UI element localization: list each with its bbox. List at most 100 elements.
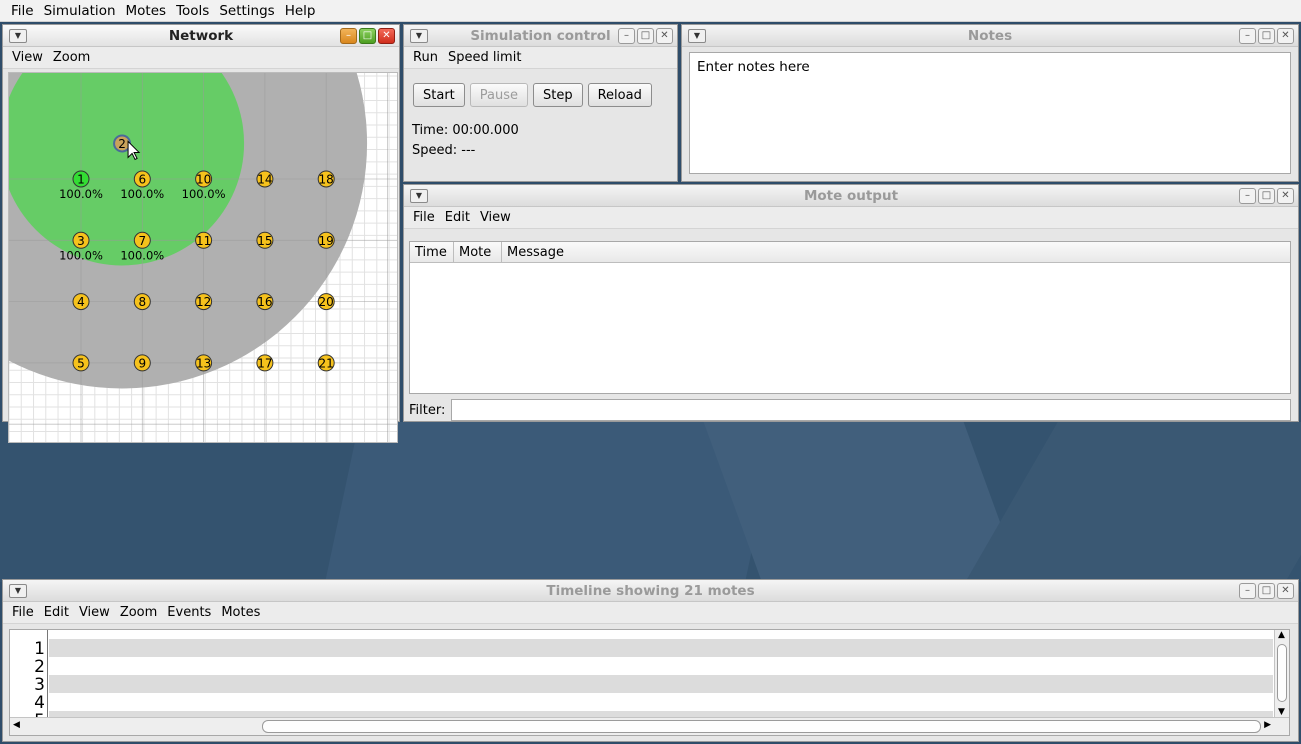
menu-tools[interactable]: Tools xyxy=(171,3,214,19)
maximize-button[interactable]: □ xyxy=(1258,28,1275,44)
mote-17[interactable]: 17 xyxy=(256,354,274,372)
start-button[interactable]: Start xyxy=(413,83,465,107)
maximize-icon: □ xyxy=(1261,585,1272,596)
sim-menu-speed-limit[interactable]: Speed limit xyxy=(443,50,526,65)
network-menu-view[interactable]: View xyxy=(7,50,48,65)
minimize-button[interactable]: – xyxy=(1239,583,1256,599)
menu-motes[interactable]: Motes xyxy=(121,3,172,19)
output-menu-edit[interactable]: Edit xyxy=(440,210,475,225)
network-menu-zoom[interactable]: Zoom xyxy=(48,50,95,65)
menu-settings[interactable]: Settings xyxy=(214,3,279,19)
window-title: Timeline showing 21 motes xyxy=(546,582,755,599)
maximize-button[interactable]: □ xyxy=(1258,188,1275,204)
mote-output-table[interactable]: Time Mote Message xyxy=(409,241,1291,394)
mote-21[interactable]: 21 xyxy=(317,354,335,372)
notes-titlebar[interactable]: ▼ Notes – □ ✕ xyxy=(682,25,1298,47)
timeline-menu-motes[interactable]: Motes xyxy=(216,605,265,620)
step-button[interactable]: Step xyxy=(533,83,583,107)
maximize-icon: □ xyxy=(362,30,373,41)
horizontal-scroll-thumb[interactable] xyxy=(262,720,1261,733)
pause-button[interactable]: Pause xyxy=(469,83,528,107)
network-titlebar[interactable]: ▼ Network – □ ✕ xyxy=(3,25,399,47)
menu-simulation[interactable]: Simulation xyxy=(39,3,121,19)
mote-13[interactable]: 13 xyxy=(195,354,213,372)
output-menu-file[interactable]: File xyxy=(408,210,440,225)
maximize-button[interactable]: □ xyxy=(359,28,376,44)
network-graph[interactable]: 1100.0%23100.0%456100.0%7100.0%8910100.0… xyxy=(9,73,398,443)
mote-reception-label: 100.0% xyxy=(182,187,226,201)
mote-19[interactable]: 19 xyxy=(317,231,335,249)
mote-20[interactable]: 20 xyxy=(317,293,335,311)
menu-file[interactable]: File xyxy=(6,3,39,19)
minimize-button[interactable]: – xyxy=(618,28,635,44)
mote-12[interactable]: 12 xyxy=(195,293,213,311)
main-menubar: File Simulation Motes Tools Settings Hel… xyxy=(0,0,1301,22)
timeline-mote-label[interactable]: 2 xyxy=(34,657,45,677)
mote-8[interactable]: 8 xyxy=(133,293,151,311)
mote-16[interactable]: 16 xyxy=(256,293,274,311)
column-header-time[interactable]: Time xyxy=(410,242,454,262)
scroll-down-icon[interactable]: ▼ xyxy=(1278,707,1285,717)
mote-id-label: 19 xyxy=(319,234,334,248)
mote-id-label: 21 xyxy=(319,356,334,370)
timeline-menu-edit[interactable]: Edit xyxy=(39,605,74,620)
timeline-mote-label[interactable]: 3 xyxy=(34,675,45,695)
mote-15[interactable]: 15 xyxy=(256,231,274,249)
timeline-menubar: File Edit View Zoom Events Motes xyxy=(3,602,1298,624)
close-button[interactable]: ✕ xyxy=(378,28,395,44)
timeline-mote-label[interactable]: 4 xyxy=(34,693,45,713)
minimize-icon: – xyxy=(624,30,629,41)
close-icon: ✕ xyxy=(1281,585,1290,596)
network-window: ▼ Network – □ ✕ View Zoom 1 100.0% 2 3 100.0… xyxy=(2,24,400,443)
notes-textarea[interactable]: Enter notes here xyxy=(689,52,1291,174)
column-header-message[interactable]: Message xyxy=(502,242,1290,262)
mote-id-label: 11 xyxy=(196,234,211,248)
mote-11[interactable]: 11 xyxy=(195,231,213,249)
filter-input[interactable] xyxy=(451,399,1291,421)
minimize-button[interactable]: – xyxy=(1239,188,1256,204)
mote-4[interactable]: 4 xyxy=(72,293,90,311)
horizontal-scrollbar[interactable]: ◀ ▶ xyxy=(10,717,1289,735)
sim-time-label: Time: 00:00.000 xyxy=(412,123,519,138)
minimize-button[interactable]: – xyxy=(340,28,357,44)
window-menu-button[interactable]: ▼ xyxy=(9,28,27,43)
column-header-mote[interactable]: Mote xyxy=(454,242,502,262)
simulation-control-titlebar[interactable]: ▼ Simulation control – □ ✕ xyxy=(404,25,677,47)
network-canvas[interactable]: 1 100.0% 2 3 100.0% 4 5 6 100.0% 7 100.0% 8 9 10 100.0… xyxy=(8,72,398,443)
close-icon: ✕ xyxy=(1281,190,1290,201)
window-title: Notes xyxy=(967,27,1013,44)
mote-14[interactable]: 14 xyxy=(256,170,274,188)
maximize-button[interactable]: □ xyxy=(637,28,654,44)
window-menu-button[interactable]: ▼ xyxy=(688,28,706,43)
reload-button[interactable]: Reload xyxy=(587,83,652,107)
window-controls: – □ ✕ xyxy=(340,28,395,44)
scroll-right-icon[interactable]: ▶ xyxy=(1264,720,1271,730)
sim-menu-run[interactable]: Run xyxy=(408,50,443,65)
output-menu-view[interactable]: View xyxy=(475,210,516,225)
mote-18[interactable]: 18 xyxy=(317,170,335,188)
vertical-scroll-thumb[interactable] xyxy=(1277,644,1287,702)
window-menu-button[interactable]: ▼ xyxy=(9,583,27,598)
scroll-up-icon[interactable]: ▲ xyxy=(1278,630,1285,640)
minimize-button[interactable]: – xyxy=(1239,28,1256,44)
close-button[interactable]: ✕ xyxy=(656,28,673,44)
timeline-mote-label[interactable]: 1 xyxy=(34,639,45,659)
window-menu-button[interactable]: ▼ xyxy=(410,28,428,43)
close-button[interactable]: ✕ xyxy=(1277,188,1294,204)
vertical-scrollbar[interactable]: ▲ ▼ xyxy=(1274,630,1289,717)
timeline-view[interactable]: 1 2 3 4 5 ▲ ▼ ◀ ▶ xyxy=(9,629,1290,736)
mote-9[interactable]: 9 xyxy=(133,354,151,372)
timeline-menu-zoom[interactable]: Zoom xyxy=(115,605,162,620)
timeline-titlebar[interactable]: ▼ Timeline showing 21 motes – □ ✕ xyxy=(3,580,1298,602)
close-button[interactable]: ✕ xyxy=(1277,583,1294,599)
scroll-left-icon[interactable]: ◀ xyxy=(13,720,20,730)
mote-output-titlebar[interactable]: ▼ Mote output – □ ✕ xyxy=(404,185,1298,207)
menu-help[interactable]: Help xyxy=(280,3,321,19)
timeline-menu-events[interactable]: Events xyxy=(162,605,216,620)
window-menu-button[interactable]: ▼ xyxy=(410,188,428,203)
timeline-menu-file[interactable]: File xyxy=(7,605,39,620)
timeline-menu-view[interactable]: View xyxy=(74,605,115,620)
close-button[interactable]: ✕ xyxy=(1277,28,1294,44)
maximize-button[interactable]: □ xyxy=(1258,583,1275,599)
mote-5[interactable]: 5 xyxy=(72,354,90,372)
